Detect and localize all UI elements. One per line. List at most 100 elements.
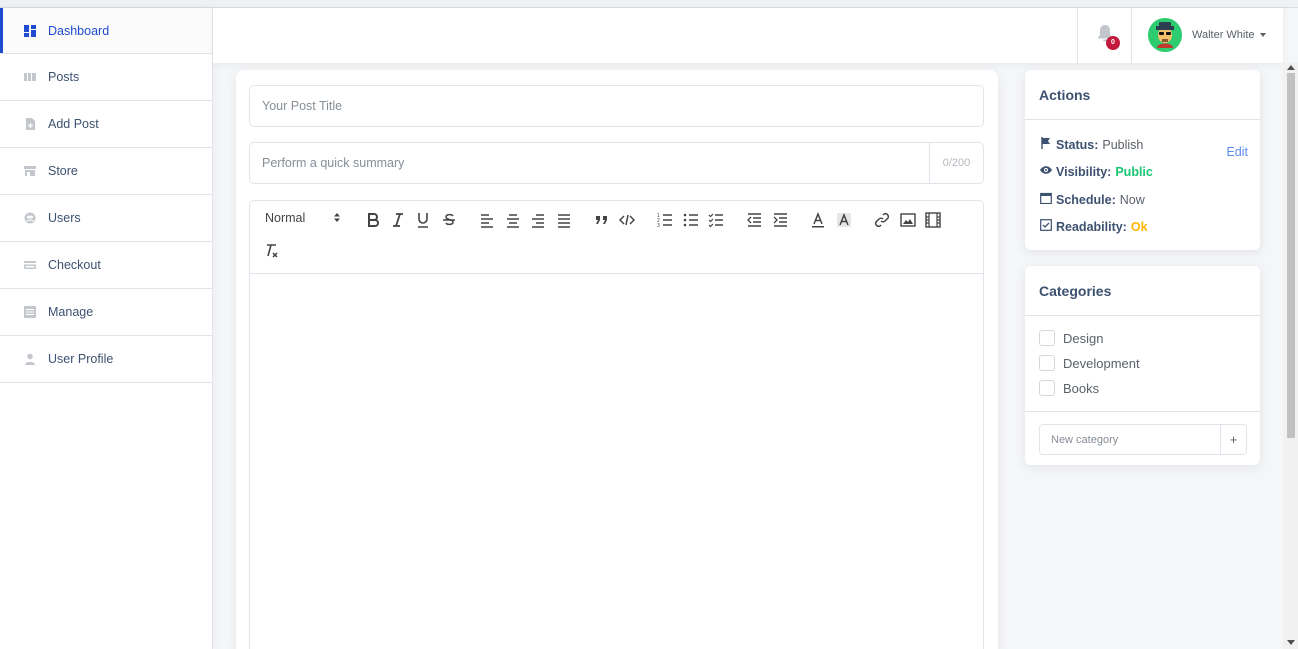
actions-card: Actions Status: Publish Edit Visibility:…: [1025, 70, 1260, 250]
rich-text-editor: Normal 1 2 3: [249, 200, 984, 649]
posts-icon: [24, 71, 36, 83]
user-name: Walter White: [1192, 29, 1255, 41]
bold-icon[interactable]: [364, 211, 382, 229]
status-row: Status: Publish: [1040, 137, 1143, 152]
list-icon: [24, 306, 36, 318]
sidebar-item-dashboard[interactable]: Dashboard: [0, 8, 212, 54]
sidebar-item-label: Store: [48, 164, 78, 178]
category-label: Books: [1063, 380, 1100, 396]
sidebar-item-label: Posts: [48, 70, 80, 84]
page-scrollbar[interactable]: [1283, 63, 1298, 649]
align-justify-icon[interactable]: [555, 211, 573, 229]
schedule-row: Schedule: Now: [1040, 192, 1145, 207]
post-summary-input[interactable]: [262, 156, 983, 170]
editor-toolbar: Normal 1 2 3: [250, 201, 983, 274]
category-development[interactable]: Development: [1039, 355, 1140, 371]
visibility-row: Visibility: Public: [1040, 164, 1153, 179]
code-icon[interactable]: [618, 211, 636, 229]
sidebar-item-user-profile[interactable]: User Profile: [0, 336, 212, 383]
caret-down-icon: [1259, 33, 1266, 37]
visibility-label: Visibility:: [1056, 164, 1112, 179]
checkbox[interactable]: [1039, 355, 1055, 371]
italic-icon[interactable]: [389, 211, 407, 229]
category-label: Development: [1063, 355, 1140, 371]
schedule-label: Schedule:: [1056, 192, 1116, 207]
readability-value: Ok: [1130, 219, 1148, 234]
align-center-icon[interactable]: [504, 211, 522, 229]
text-color-icon[interactable]: [809, 211, 827, 229]
store-icon: [24, 165, 36, 177]
outdent-icon[interactable]: [745, 211, 763, 229]
new-category-placeholder: New category: [1051, 433, 1119, 446]
scroll-down-arrow-icon[interactable]: [1287, 640, 1295, 645]
top-navbar: 0 Walter White: [213, 8, 1283, 63]
new-category-input[interactable]: New category +: [1039, 424, 1247, 455]
sidebar-item-label: Manage: [48, 305, 94, 319]
user-menu[interactable]: Walter White: [1148, 18, 1266, 52]
post-editor-card: 0/200 Normal: [236, 70, 998, 649]
categories-card: Categories Design Development Books New …: [1025, 266, 1260, 465]
categories-title: Categories: [1025, 266, 1260, 316]
sidebar-item-label: User Profile: [48, 352, 114, 366]
ordered-list-icon[interactable]: 123: [656, 211, 674, 229]
add-post-icon: [24, 118, 36, 130]
video-icon[interactable]: [924, 211, 942, 229]
strikethrough-icon[interactable]: [440, 211, 458, 229]
visibility-value: Public: [1115, 164, 1153, 179]
summary-char-counter: 0/200: [929, 143, 983, 183]
sidebar-item-posts[interactable]: Posts: [0, 54, 212, 101]
scrollbar-thumb[interactable]: [1287, 73, 1295, 438]
sidebar-item-checkout[interactable]: Checkout: [0, 242, 212, 289]
sidebar-item-add-post[interactable]: Add Post: [0, 101, 212, 148]
readability-icon: [1040, 219, 1052, 234]
sidebar-item-users[interactable]: Users: [0, 195, 212, 242]
sidebar: Dashboard Posts Add Post Store Users Che…: [0, 8, 213, 649]
divider: [1025, 411, 1260, 412]
sidebar-item-store[interactable]: Store: [0, 148, 212, 195]
add-category-button[interactable]: +: [1220, 425, 1246, 454]
post-title-input[interactable]: [262, 99, 983, 113]
checkbox[interactable]: [1039, 380, 1055, 396]
indent-icon[interactable]: [771, 211, 789, 229]
clear-formatting-icon[interactable]: [262, 242, 280, 260]
background-color-icon[interactable]: [835, 211, 853, 229]
post-title-field[interactable]: [249, 85, 984, 127]
schedule-value: Now: [1119, 192, 1145, 207]
actions-title: Actions: [1025, 70, 1260, 120]
checkbox[interactable]: [1039, 330, 1055, 346]
link-icon[interactable]: [873, 211, 891, 229]
post-summary-field[interactable]: 0/200: [249, 142, 984, 184]
select-arrows-icon: [334, 211, 341, 225]
status-label: Status:: [1056, 137, 1099, 152]
sidebar-item-label: Checkout: [48, 258, 101, 272]
notifications-button[interactable]: 0: [1077, 8, 1132, 63]
editor-content-area[interactable]: [250, 274, 983, 649]
status-value: Publish: [1102, 137, 1144, 152]
category-design[interactable]: Design: [1039, 330, 1103, 346]
credit-card-icon: [24, 259, 36, 271]
person-icon: [24, 353, 36, 365]
category-books[interactable]: Books: [1039, 380, 1099, 396]
bullet-list-icon[interactable]: [682, 211, 700, 229]
sidebar-item-manage[interactable]: Manage: [0, 289, 212, 336]
category-label: Design: [1063, 330, 1104, 346]
dashboard-icon: [24, 24, 36, 37]
sidebar-item-label: Dashboard: [48, 23, 110, 38]
blockquote-icon[interactable]: [593, 211, 611, 229]
users-icon: [24, 212, 36, 224]
scroll-up-arrow-icon[interactable]: [1287, 65, 1295, 70]
svg-text:3: 3: [657, 223, 660, 228]
image-icon[interactable]: [899, 211, 917, 229]
align-left-icon[interactable]: [478, 211, 496, 229]
align-right-icon[interactable]: [529, 211, 547, 229]
calendar-icon: [1040, 192, 1052, 207]
readability-row: Readability: Ok: [1040, 219, 1148, 234]
text-format-select[interactable]: Normal: [265, 211, 341, 225]
readability-label: Readability:: [1056, 219, 1127, 234]
checklist-icon[interactable]: [707, 211, 725, 229]
underline-icon[interactable]: [414, 211, 432, 229]
flag-icon: [1040, 137, 1052, 152]
sidebar-item-label: Add Post: [48, 117, 99, 131]
sidebar-item-label: Users: [48, 211, 81, 225]
edit-status-link[interactable]: Edit: [1226, 145, 1248, 159]
